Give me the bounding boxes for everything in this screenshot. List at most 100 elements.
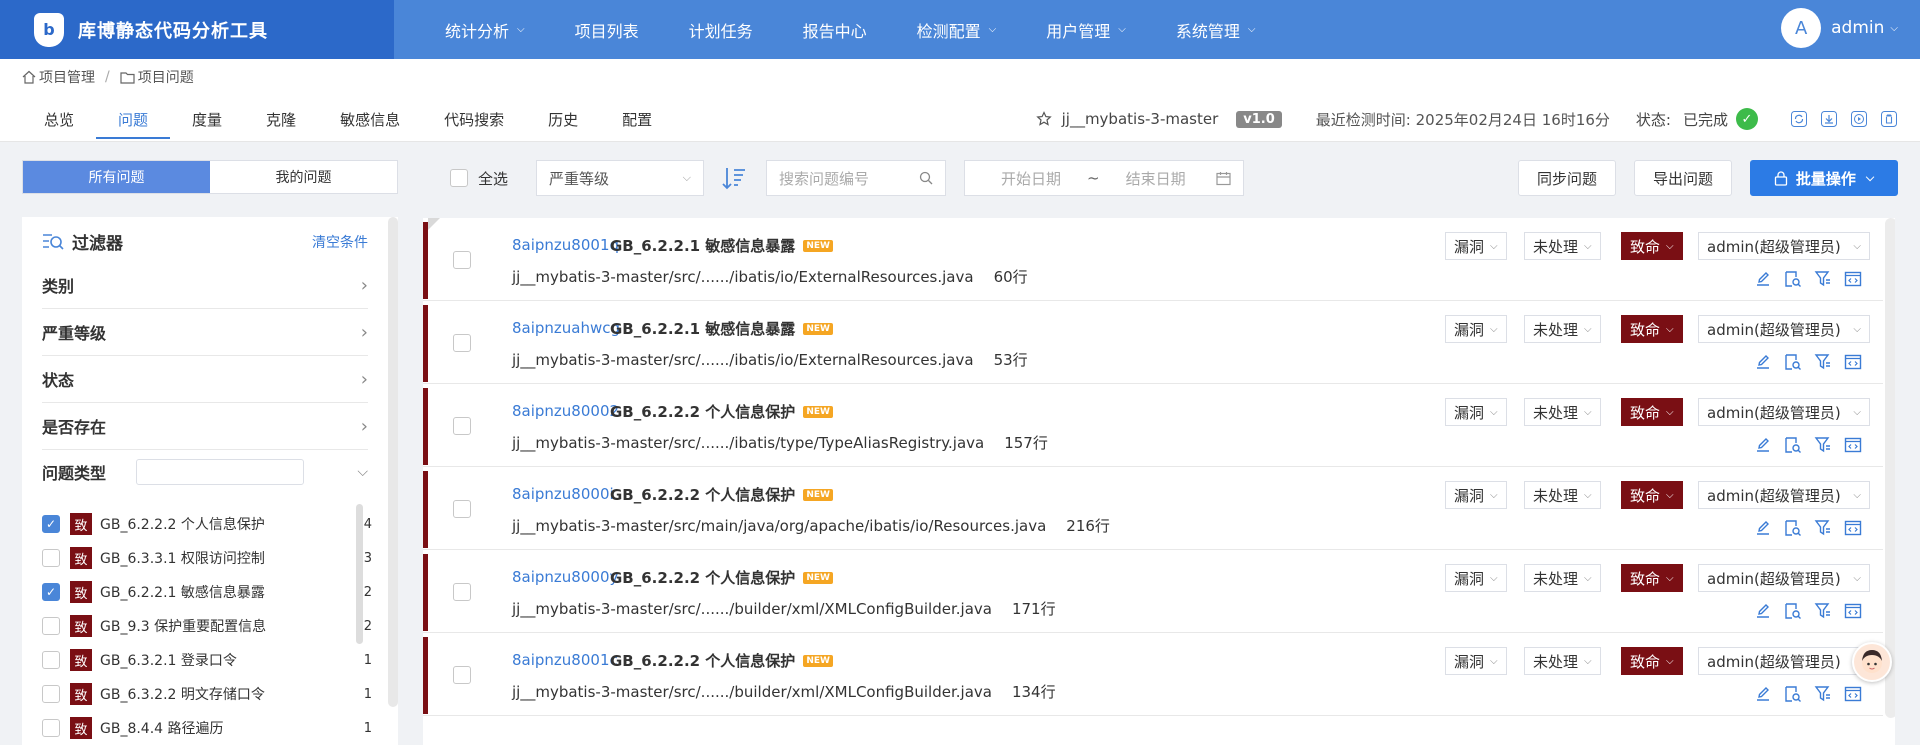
issue-row[interactable]: 8aipnzu8001q GB_6.2.2.1 敏感信息暴露 NEW jj__myba… xyxy=(423,218,1883,301)
file-path[interactable]: jj__mybatis-3-master/src/....../builder/… xyxy=(512,683,992,701)
issue-kind-select[interactable]: 漏洞 ⌵ xyxy=(1445,315,1507,343)
issue-search-input[interactable]: 搜索问题编号 xyxy=(766,160,947,196)
issue-row[interactable]: 8aipnzuahwcg GB_6.2.2.1 敏感信息暴露 NEW jj__myba… xyxy=(423,301,1883,384)
tab-overview[interactable]: 总览 xyxy=(22,99,96,139)
edit-icon[interactable] xyxy=(1753,435,1773,455)
issue-id-link[interactable]: 8aipnzu8000y xyxy=(512,568,618,586)
tab-config[interactable]: 配置 xyxy=(600,99,674,139)
issue-type-item[interactable]: 致 GB_9.3 保护重要配置信息 2 xyxy=(42,609,372,643)
issue-id-link[interactable]: 8aipnzu8001q xyxy=(512,236,619,254)
code-icon[interactable] xyxy=(1843,352,1863,372)
view-detail-icon[interactable] xyxy=(1783,352,1803,372)
tab-issues[interactable]: 问题 xyxy=(96,99,171,139)
view-detail-icon[interactable] xyxy=(1783,269,1803,289)
severity-select[interactable]: 严重等级 ⌵ xyxy=(536,160,705,196)
all-issues-button[interactable]: 所有问题 xyxy=(23,161,210,193)
nav-item-reports[interactable]: 报告中心 xyxy=(778,0,892,59)
filter-icon[interactable] xyxy=(1813,352,1833,372)
code-icon[interactable] xyxy=(1843,435,1863,455)
code-icon[interactable] xyxy=(1843,269,1863,289)
issue-list-scrollbar[interactable] xyxy=(1885,218,1895,718)
issue-state-select[interactable]: 未处理 ⌵ xyxy=(1524,398,1601,426)
issue-severity-select[interactable]: 致命 ⌵ xyxy=(1621,564,1683,592)
breadcrumb-item-project-issues[interactable]: 项目问题 xyxy=(120,67,194,87)
nav-item-users[interactable]: 用户管理 ⌵ xyxy=(1021,0,1151,59)
view-detail-icon[interactable] xyxy=(1783,601,1803,621)
issue-type-item[interactable]: 致 GB_6.3.2.1 登录口令 1 xyxy=(42,643,372,677)
file-path[interactable]: jj__mybatis-3-master/src/main/java/org/a… xyxy=(512,517,1046,535)
file-path[interactable]: jj__mybatis-3-master/src/....../ibatis/t… xyxy=(512,434,984,452)
checkbox[interactable] xyxy=(450,169,468,187)
tab-clone[interactable]: 克隆 xyxy=(244,99,318,139)
nav-item-detect-config[interactable]: 检测配置 ⌵ xyxy=(892,0,1022,59)
issue-row[interactable]: 8aipnzu8000i GB_6.2.2.2 个人信息保护 NEW jj__myba… xyxy=(423,467,1883,550)
issue-kind-select[interactable]: 漏洞 ⌵ xyxy=(1445,564,1507,592)
export-issues-button[interactable]: 导出问题 xyxy=(1634,160,1732,196)
nav-item-schedule[interactable]: 计划任务 xyxy=(664,0,778,59)
issue-assignee-select[interactable]: admin(超级管理员)⌵ xyxy=(1698,481,1870,509)
issue-severity-select[interactable]: 致命 ⌵ xyxy=(1621,315,1683,343)
view-detail-icon[interactable] xyxy=(1783,684,1803,704)
issue-state-select[interactable]: 未处理 ⌵ xyxy=(1524,315,1601,343)
filter-exists[interactable]: 是否存在 › xyxy=(42,403,368,450)
tab-history[interactable]: 历史 xyxy=(526,99,600,139)
filter-category[interactable]: 类别 › xyxy=(42,262,368,309)
checkbox[interactable] xyxy=(42,719,60,737)
issue-severity-select[interactable]: 致命 ⌵ xyxy=(1621,647,1683,675)
star-icon[interactable] xyxy=(1035,111,1052,127)
chevron-down-icon[interactable]: ⌵ xyxy=(357,464,368,480)
edit-icon[interactable] xyxy=(1753,518,1773,538)
filter-status[interactable]: 状态 › xyxy=(42,356,368,403)
issue-kind-select[interactable]: 漏洞 ⌵ xyxy=(1445,647,1507,675)
issue-kind-select[interactable]: 漏洞 ⌵ xyxy=(1445,481,1507,509)
checkbox[interactable]: ✓ xyxy=(42,515,60,533)
code-icon[interactable] xyxy=(1843,518,1863,538)
issue-type-item[interactable]: ✓ 致 GB_6.2.2.2 个人信息保护 4 xyxy=(42,507,372,541)
issue-severity-select[interactable]: 致命 ⌵ xyxy=(1621,232,1683,260)
filter-icon[interactable] xyxy=(1813,269,1833,289)
issue-type-item[interactable]: 致 GB_6.3.3.1 权限访问控制 3 xyxy=(42,541,372,575)
issue-assignee-select[interactable]: admin(超级管理员)⌵ xyxy=(1698,232,1870,260)
sync-issues-button[interactable]: 同步问题 xyxy=(1518,160,1616,196)
brand[interactable]: b 库博静态代码分析工具 xyxy=(0,0,394,59)
edit-icon[interactable] xyxy=(1753,352,1773,372)
refresh-icon[interactable] xyxy=(1790,110,1808,128)
checkbox[interactable] xyxy=(453,583,471,601)
edit-icon[interactable] xyxy=(1753,601,1773,621)
delete-icon[interactable] xyxy=(1880,110,1898,128)
issue-kind-select[interactable]: 漏洞 ⌵ xyxy=(1445,232,1507,260)
issue-state-select[interactable]: 未处理 ⌵ xyxy=(1524,232,1601,260)
filter-icon[interactable] xyxy=(1813,435,1833,455)
view-detail-icon[interactable] xyxy=(1783,435,1803,455)
sort-icon[interactable] xyxy=(720,162,748,194)
issue-assignee-select[interactable]: admin(超级管理员)⌵ xyxy=(1698,647,1870,675)
issue-id-link[interactable]: 8aipnzu8001c xyxy=(512,651,618,669)
checkbox[interactable] xyxy=(42,617,60,635)
issue-state-select[interactable]: 未处理 ⌵ xyxy=(1524,564,1601,592)
issue-id-link[interactable]: 8aipnzu8000i xyxy=(512,485,614,503)
select-all-checkbox[interactable]: 全选 xyxy=(450,168,508,189)
batch-actions-button[interactable]: 批量操作 ⌵ xyxy=(1750,160,1898,196)
code-icon[interactable] xyxy=(1843,684,1863,704)
assistant-avatar[interactable] xyxy=(1852,642,1892,682)
checkbox[interactable] xyxy=(453,500,471,518)
filter-severity[interactable]: 严重等级 › xyxy=(42,309,368,356)
checkbox[interactable]: ✓ xyxy=(42,583,60,601)
code-icon[interactable] xyxy=(1843,601,1863,621)
issue-assignee-select[interactable]: admin(超级管理员)⌵ xyxy=(1698,564,1870,592)
checkbox[interactable] xyxy=(42,685,60,703)
issue-row[interactable]: 8aipnzu80002 GB_6.2.2.2 个人信息保护 NEW jj__myba… xyxy=(423,384,1883,467)
view-detail-icon[interactable] xyxy=(1783,518,1803,538)
file-path[interactable]: jj__mybatis-3-master/src/....../ibatis/i… xyxy=(512,351,974,369)
filter-icon[interactable] xyxy=(1813,684,1833,704)
breadcrumb-item-project-mgmt[interactable]: 项目管理 xyxy=(22,67,95,87)
checkbox[interactable] xyxy=(453,251,471,269)
tab-sensitive[interactable]: 敏感信息 xyxy=(318,99,422,139)
tab-metrics[interactable]: 度量 xyxy=(170,99,244,139)
edit-icon[interactable] xyxy=(1753,269,1773,289)
clear-filters-link[interactable]: 清空条件 xyxy=(312,232,368,252)
filter-icon[interactable] xyxy=(1813,601,1833,621)
filter-scrollbar[interactable] xyxy=(388,217,398,707)
file-path[interactable]: jj__mybatis-3-master/src/....../ibatis/i… xyxy=(512,268,974,286)
nav-item-stats[interactable]: 统计分析 ⌵ xyxy=(420,0,550,59)
